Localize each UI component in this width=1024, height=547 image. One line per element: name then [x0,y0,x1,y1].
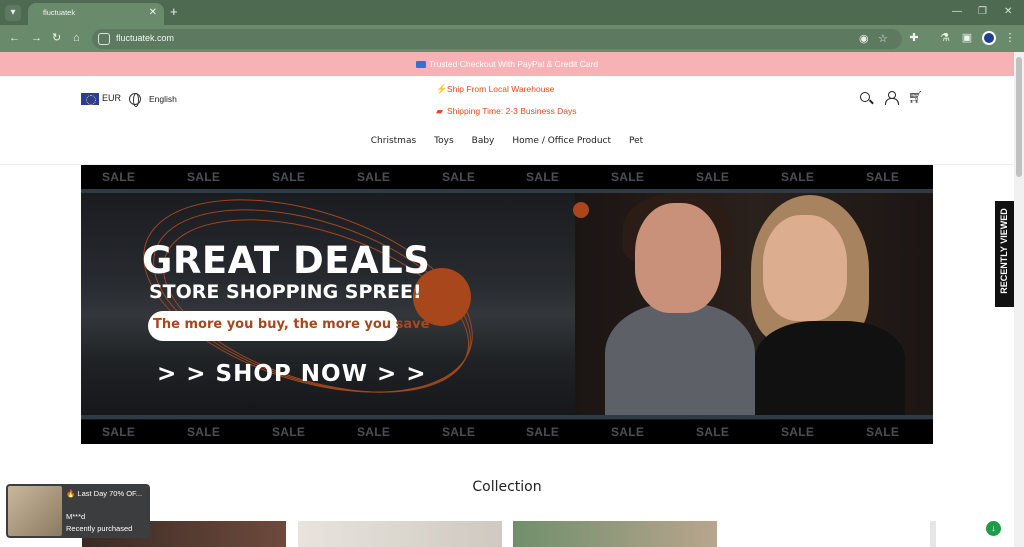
globe-icon[interactable] [129,93,141,107]
browser-toolbar: ← → ↻ ⌂ fluctuatek.com ◉ ☆ ✚ ⚗ ▣ ⋮ [0,25,1024,52]
sale-label: SALE [442,425,476,439]
home-icon[interactable]: ⌂ [73,32,80,44]
address-bar[interactable]: fluctuatek.com ◉ ☆ [92,29,902,49]
announcement-text: Trusted Checkout With PayPal & Credit Ca… [428,59,599,69]
recently-viewed-label: RECENTLY VIEWED [999,208,1009,294]
models-photo [575,193,933,415]
chat-download-icon[interactable]: ↓ [986,521,1001,536]
popup-subtitle: Recently purchased [66,524,133,533]
browser-tab[interactable]: fluctuatek ✕ [28,3,164,25]
product-card-image[interactable] [298,521,502,547]
menu-kebab-icon[interactable]: ⋮ [1003,31,1017,45]
product-thumbnail [8,486,62,536]
sale-label: SALE [781,425,815,439]
nav-item-home-office[interactable]: Home / Office Product [512,136,611,146]
lab-flask-icon[interactable]: ⚗ [938,31,952,45]
sidebar-icon[interactable]: ▣ [960,31,974,45]
nav-item-christmas[interactable]: Christmas [371,136,416,146]
sale-label: SALE [781,170,815,184]
sale-label: SALE [187,425,221,439]
sale-label: SALE [866,425,900,439]
sale-label: SALE [102,170,136,184]
store-header: EUR English ⚡Ship From Local Warehouse ▰… [0,76,1014,165]
tab-close-icon[interactable]: ✕ [149,7,157,18]
sale-label: SALE [357,425,391,439]
nav-item-toys[interactable]: Toys [434,136,454,146]
eu-flag-icon[interactable] [81,93,99,105]
banner-tagline-pill: The more you buy, the more you save [148,311,429,341]
extensions-icon[interactable]: ✚ [907,31,921,45]
product-card-image[interactable] [513,521,717,547]
close-window-button[interactable]: ✕ [1004,6,1012,17]
main-nav: Christmas Toys Baby Home / Office Product Pe… [0,136,1014,146]
popup-customer: M***d [66,512,86,521]
sale-label: SALE [866,170,900,184]
collection-title: Collection [472,479,542,495]
sale-label: SALE [272,425,306,439]
model-face [635,203,721,313]
sale-strip-top: SALE SALE SALE SALE SALE SALE SALE SALE … [81,165,933,189]
sale-label: SALE [611,425,645,439]
banner-divider [81,415,933,419]
browser-tab-strip: ▾ fluctuatek ✕ + — ❐ ✕ [0,0,1024,25]
forward-arrow-icon[interactable]: → [31,32,42,44]
bookmark-star-icon[interactable]: ☆ [878,32,888,45]
url-text[interactable]: fluctuatek.com [116,33,174,43]
tab-title: fluctuatek [43,8,76,17]
maximize-button[interactable]: ❐ [978,6,987,17]
reload-icon[interactable]: ↻ [52,32,61,44]
site-info-icon[interactable] [98,33,110,45]
back-arrow-icon[interactable]: ← [9,32,20,44]
promo-text: Ship From Local Warehouse [447,84,555,94]
language-selector[interactable]: English [149,94,177,104]
promo-text: Shipping Time: 2-3 Business Days [447,106,577,116]
sale-label: SALE [187,170,221,184]
banner-tagline: The more you buy, the more you save [153,317,430,332]
model-face [763,215,847,321]
search-icon[interactable] [860,92,870,102]
new-tab-button[interactable]: + [170,5,178,18]
currency-selector[interactable]: EUR [102,93,121,103]
promo-ship-local: ⚡Ship From Local Warehouse [436,84,554,95]
scrollbar-thumb[interactable] [1016,57,1022,177]
minimize-button[interactable]: — [952,6,962,17]
decor-dot [573,202,589,218]
recent-purchase-popup[interactable]: 🔥 Last Day 70% OF... M***d Recently purc… [6,484,150,538]
sale-label: SALE [102,425,136,439]
announcement-bar: Trusted Checkout With PayPal & Credit Ca… [0,52,1014,76]
sale-label: SALE [357,170,391,184]
eye-off-icon[interactable]: ◉ [859,32,869,45]
credit-card-icon [415,61,426,69]
recently-viewed-tab[interactable]: RECENTLY VIEWED [995,201,1014,307]
sale-label: SALE [696,425,730,439]
shop-now-button[interactable]: > > SHOP NOW > > [157,361,427,387]
sale-label: SALE [526,425,560,439]
cart-icon[interactable]: 🛒︎ [908,91,923,103]
hero-banner[interactable]: SALE SALE SALE SALE SALE SALE SALE SALE … [81,165,933,444]
nav-item-baby[interactable]: Baby [472,136,495,146]
tab-search-button[interactable]: ▾ [5,5,21,21]
nav-item-pet[interactable]: Pet [629,136,643,146]
promo-shipping-time: ▰ Shipping Time: 2-3 Business Days [436,106,576,117]
sale-label: SALE [526,170,560,184]
product-card-image[interactable] [930,521,936,547]
account-icon[interactable] [885,91,899,105]
popup-title: 🔥 Last Day 70% OF... [66,489,143,498]
banner-headline: GREAT DEALS [142,239,431,282]
sale-label: SALE [611,170,645,184]
truck-icon: ▰ [436,106,443,116]
lightning-icon: ⚡ [436,84,448,94]
profile-avatar[interactable] [982,31,996,45]
sale-strip-bottom: SALE SALE SALE SALE SALE SALE SALE SALE … [81,420,933,444]
sale-label: SALE [442,170,476,184]
banner-subheadline: STORE SHOPPING SPREE! [149,281,422,303]
model-outfit [755,321,905,415]
model-outfit [605,303,755,415]
sale-label: SALE [696,170,730,184]
sale-label: SALE [272,170,306,184]
